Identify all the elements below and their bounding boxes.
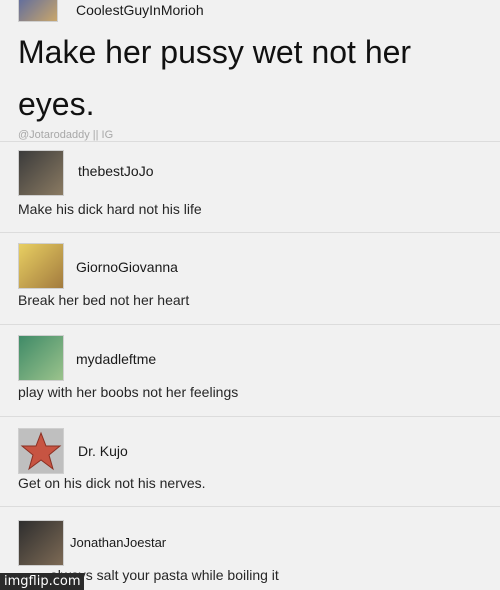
avatar-giornogiovanna[interactable]: [18, 243, 64, 289]
username-giornogiovanna[interactable]: GiornoGiovanna: [76, 259, 178, 275]
avatar-dr-kujo[interactable]: [18, 428, 64, 474]
avatar-jonathanjoestar[interactable]: [18, 520, 64, 566]
username-thebestjojo[interactable]: thebestJoJo: [78, 163, 154, 179]
post-text-mydadleftme: play with her boobs not her feelings: [18, 384, 239, 400]
watermark: @Jotarodaddy || IG: [18, 129, 114, 141]
username-coolestguyinmorioh[interactable]: CoolestGuyInMorioh: [76, 2, 204, 18]
divider: [0, 324, 500, 325]
divider: [0, 232, 500, 233]
avatar-thebestjojo[interactable]: [18, 150, 64, 196]
post-text-dr-kujo: Get on his dick not his nerves.: [18, 475, 206, 491]
divider: [0, 141, 500, 142]
post-text-coolestguyinmorioh: Make her pussy wet not her eyes.: [18, 34, 412, 122]
username-mydadleftme[interactable]: mydadleftme: [76, 351, 156, 367]
username-jonathanjoestar[interactable]: JonathanJoestar: [70, 535, 166, 550]
divider: [0, 506, 500, 507]
avatar-mydadleftme[interactable]: [18, 335, 64, 381]
star-icon: [20, 431, 62, 471]
post-text-thebestjojo: Make his dick hard not his life: [18, 201, 202, 217]
divider: [0, 416, 500, 417]
avatar-coolestguyinmorioh[interactable]: [18, 0, 58, 22]
username-dr-kujo[interactable]: Dr. Kujo: [78, 443, 128, 459]
imgflip-watermark: imgflip.com: [0, 573, 85, 590]
post-text-giornogiovanna: Break her bed not her heart: [18, 292, 190, 308]
